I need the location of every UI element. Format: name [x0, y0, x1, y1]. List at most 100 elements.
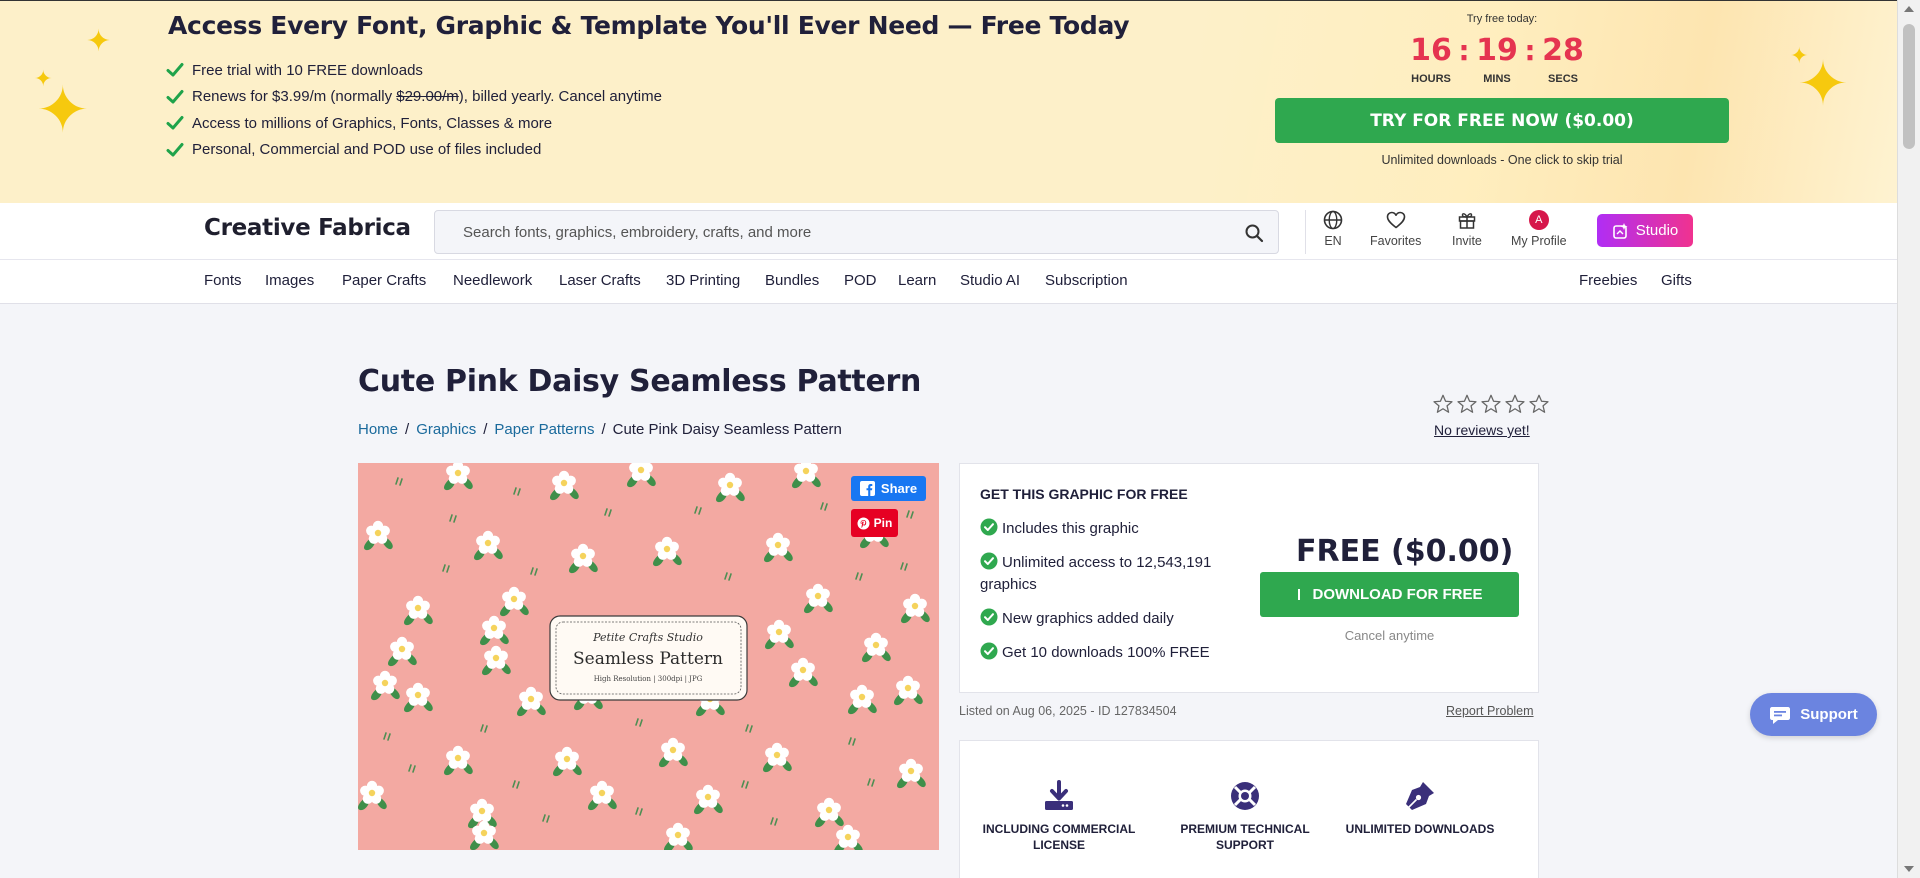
- feature-label: INCLUDING COMMERCIAL LICENSE: [982, 822, 1136, 852]
- offer-heading: GET THIS GRAPHIC FOR FREE: [980, 486, 1188, 502]
- list-item: Get 10 downloads 100% FREE: [980, 642, 1230, 664]
- promo-benefit: Free trial with 10 FREE downloads: [166, 57, 662, 84]
- nav-item-images[interactable]: Images: [265, 272, 314, 289]
- offer-panel: GET THIS GRAPHIC FOR FREE Includes this …: [959, 463, 1539, 693]
- download-label: DOWNLOAD FOR FREE: [1312, 586, 1483, 603]
- page-scrollbar[interactable]: [1897, 0, 1920, 878]
- promo-benefit: Personal, Commercial and POD use of file…: [166, 137, 662, 164]
- cancel-anytime-text: Cancel anytime: [1344, 628, 1435, 643]
- check-icon: [166, 142, 184, 157]
- pin-label: Pin: [873, 516, 893, 530]
- promo-benefit-text: Free trial with 10 FREE downloads: [192, 61, 423, 79]
- check-circle-icon: [980, 642, 998, 660]
- nav-item-pod[interactable]: POD: [844, 272, 877, 289]
- rating-stars[interactable]: [1432, 393, 1550, 415]
- timer-secs-label: SECS: [1548, 73, 1578, 85]
- nav-item-fonts[interactable]: Fonts: [204, 272, 242, 289]
- globe-icon: [1323, 210, 1343, 230]
- download-tray-icon: [1045, 780, 1073, 810]
- download-for-free-button[interactable]: DOWNLOAD FOR FREE: [1260, 572, 1519, 617]
- favorites-label: Favorites: [1370, 234, 1422, 248]
- sparkle-icon: ✦: [36, 74, 90, 148]
- breadcrumb-graphics[interactable]: Graphics: [416, 421, 476, 438]
- nav-item-subscription[interactable]: Subscription: [1045, 272, 1128, 289]
- timer-secs-value: 28: [1542, 33, 1584, 68]
- invite-link[interactable]: Invite: [1452, 209, 1482, 248]
- language-label: EN: [1324, 234, 1342, 248]
- avatar: A: [1528, 210, 1549, 230]
- check-icon: [166, 63, 184, 77]
- nav-item-bundles[interactable]: Bundles: [765, 272, 819, 289]
- countdown-timer: 16 HOURS : 19 MINS : 28 SECS: [1405, 31, 1589, 85]
- nav-item-learn[interactable]: Learn: [898, 272, 936, 289]
- my-profile-link[interactable]: A My Profile: [1511, 209, 1567, 248]
- check-icon: [166, 89, 184, 104]
- check-circle-icon: [980, 518, 998, 536]
- promo-benefit-text: Renews for $3.99/m (normally $29.00/m), …: [192, 88, 662, 105]
- feature-commercial-license: INCLUDING COMMERCIAL LICENSE: [974, 779, 1144, 853]
- sparkle-icon: ✦: [86, 24, 112, 59]
- studio-label: Studio: [1635, 222, 1679, 239]
- breadcrumb-separator: /: [483, 421, 488, 438]
- studio-button[interactable]: Studio: [1597, 214, 1693, 247]
- promo-benefit-text: Personal, Commercial and POD use of file…: [192, 141, 542, 159]
- timer-hours-value: 16: [1410, 33, 1452, 68]
- report-problem-link[interactable]: Report Problem: [1446, 704, 1534, 718]
- download-indicator-icon: [1297, 588, 1300, 600]
- timer-separator: :: [1524, 34, 1536, 67]
- promo-benefit: Renews for $3.99/m (normally $29.00/m), …: [166, 84, 662, 111]
- scrollbar-thumb[interactable]: [1903, 24, 1915, 149]
- feature-unlimited-downloads: UNLIMITED DOWNLOADS: [1335, 779, 1505, 837]
- lifebuoy-icon: [1231, 782, 1259, 810]
- breadcrumb-separator: /: [405, 421, 410, 438]
- promo-benefit: Access to millions of Graphics, Fonts, C…: [166, 110, 662, 137]
- invite-label: Invite: [1452, 234, 1482, 248]
- timer-mins: 19 MINS: [1471, 31, 1523, 85]
- facebook-share-button[interactable]: Share: [851, 476, 926, 501]
- timer-hours-label: HOURS: [1411, 73, 1451, 85]
- nav-item-needlework[interactable]: Needlework: [453, 272, 532, 289]
- no-reviews-link[interactable]: No reviews yet!: [1434, 422, 1530, 438]
- offer-benefit-text: Unlimited access to 12,543,191 graphics: [980, 554, 1212, 593]
- gift-icon: [1458, 213, 1476, 229]
- preview-subtitle-text: High Resolution | 300dpi | JPG: [594, 675, 703, 683]
- star-empty-icon: [1481, 394, 1501, 413]
- check-circle-icon: [980, 608, 998, 626]
- support-chat-button[interactable]: Support: [1750, 693, 1877, 736]
- promo-title: Access Every Font, Graphic & Template Yo…: [168, 11, 1130, 40]
- sparkle-icon: ✦: [1797, 47, 1849, 120]
- timer-mins-value: 19: [1476, 33, 1518, 68]
- facebook-icon: [859, 481, 875, 496]
- breadcrumb-paper-patterns[interactable]: Paper Patterns: [494, 421, 594, 438]
- nav-item-paper-crafts[interactable]: Paper Crafts: [342, 272, 426, 289]
- try-for-free-button[interactable]: TRY FOR FREE NOW ($0.00): [1275, 98, 1729, 143]
- nav-item-freebies[interactable]: Freebies: [1579, 272, 1637, 289]
- original-price: $29.00/m: [396, 88, 459, 106]
- chat-bubble-icon: [1770, 706, 1791, 724]
- header-divider: [1305, 210, 1306, 254]
- check-icon: [166, 116, 184, 130]
- scroll-up-arrow-icon[interactable]: [1904, 6, 1914, 12]
- scroll-down-arrow-icon[interactable]: [1904, 866, 1914, 872]
- favorites-link[interactable]: Favorites: [1370, 209, 1421, 248]
- studio-icon: [1612, 222, 1628, 239]
- nav-item-laser-crafts[interactable]: Laser Crafts: [559, 272, 641, 289]
- search-input[interactable]: [463, 211, 1223, 253]
- nav-item-studio-ai[interactable]: Studio AI: [960, 272, 1020, 289]
- pinterest-pin-button[interactable]: Pin: [851, 509, 898, 537]
- site-header: Creative Fabrica EN Favorites Invite A M…: [0, 203, 1897, 260]
- list-item: Includes this graphic: [980, 518, 1230, 540]
- list-item: Unlimited access to 12,543,191 graphics: [980, 552, 1230, 596]
- nav-item-gifts[interactable]: Gifts: [1661, 272, 1692, 289]
- breadcrumb-home[interactable]: Home: [358, 421, 398, 438]
- breadcrumb-separator: /: [601, 421, 606, 438]
- nav-item-3d-printing[interactable]: 3D Printing: [666, 272, 740, 289]
- site-logo[interactable]: Creative Fabrica: [204, 215, 411, 241]
- page-title: Cute Pink Daisy Seamless Pattern: [358, 364, 922, 399]
- offer-benefits-list: Includes this graphic Unlimited access t…: [980, 518, 1230, 676]
- features-panel: INCLUDING COMMERCIAL LICENSE PREMIUM TEC…: [959, 740, 1539, 878]
- language-selector[interactable]: EN: [1322, 209, 1344, 248]
- preview-title-text: Seamless Pattern: [573, 649, 723, 669]
- search-icon[interactable]: [1244, 223, 1264, 243]
- check-circle-icon: [980, 552, 998, 570]
